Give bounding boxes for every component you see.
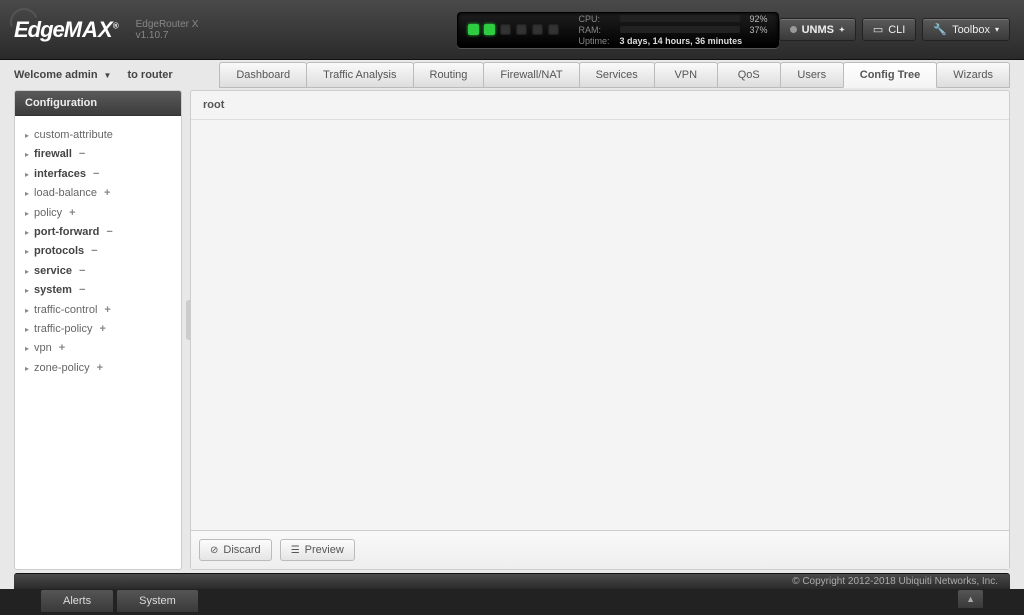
tree-item-interfaces[interactable]: ▸interfaces− [21, 165, 175, 184]
status-dot-icon [790, 26, 797, 33]
alerts-tab[interactable]: Alerts [40, 589, 114, 612]
triangle-icon: ▸ [25, 324, 29, 335]
app-header: EdgeMAX® EdgeRouter X v1.10.7 CPU: 92% R… [0, 0, 1024, 60]
led-port-3 [500, 24, 511, 35]
bottom-dock: Alerts System ▲ [0, 589, 1024, 615]
tree-item-load-balance[interactable]: ▸load-balance+ [21, 184, 175, 203]
unms-button[interactable]: UNMS✦ [779, 18, 856, 41]
tree-item-zone-policy[interactable]: ▸zone-policy+ [21, 359, 175, 378]
tree-item-vpn[interactable]: ▸vpn+ [21, 339, 175, 358]
led-port-1 [468, 24, 479, 35]
triangle-icon: ▸ [25, 305, 29, 316]
triangle-icon: ▸ [25, 208, 29, 219]
ram-label: RAM: [579, 25, 610, 35]
breadcrumb: root [191, 91, 1009, 120]
triangle-icon: ▸ [25, 130, 29, 141]
triangle-icon: ▸ [25, 363, 29, 374]
sidebar-title: Configuration [15, 91, 181, 116]
led-port-6 [548, 24, 559, 35]
led-port-5 [532, 24, 543, 35]
tree-item-firewall[interactable]: ▸firewall− [21, 145, 175, 164]
tab-traffic-analysis[interactable]: Traffic Analysis [306, 62, 413, 88]
led-port-2 [484, 24, 495, 35]
tab-dashboard[interactable]: Dashboard [219, 62, 307, 88]
tab-firewall-nat[interactable]: Firewall/NAT [483, 62, 579, 88]
chevron-down-icon: ▼ [104, 71, 112, 80]
ram-value: 37% [750, 25, 768, 35]
tab-services[interactable]: Services [579, 62, 655, 88]
copyright-text: © Copyright 2012-2018 Ubiquiti Networks,… [14, 573, 1010, 589]
cli-button[interactable]: ▭CLI [862, 18, 917, 41]
tree-item-traffic-control[interactable]: ▸traffic-control+ [21, 301, 175, 320]
chevron-down-icon: ▾ [995, 25, 999, 34]
ram-bar [620, 26, 740, 33]
triangle-icon: ▸ [25, 169, 29, 180]
tab-config-tree[interactable]: Config Tree [843, 62, 938, 88]
device-subtitle: EdgeRouter X v1.10.7 [136, 19, 227, 41]
tree-item-system[interactable]: ▸system− [21, 281, 175, 300]
tab-wizards[interactable]: Wizards [936, 62, 1010, 88]
terminal-icon: ▭ [873, 23, 883, 36]
sub-header: Welcome admin ▼ to router DashboardTraff… [0, 60, 1024, 90]
triangle-icon: ▸ [25, 188, 29, 199]
document-icon: ☰ [291, 545, 300, 556]
cancel-icon: ⊘ [210, 545, 218, 556]
uptime-value: 3 days, 14 hours, 36 minutes [620, 36, 768, 46]
port-leds [468, 24, 559, 35]
tab-users[interactable]: Users [780, 62, 844, 88]
tab-routing[interactable]: Routing [413, 62, 485, 88]
status-panel: CPU: 92% RAM: 37% Uptime: 3 days, 14 hou… [457, 12, 779, 48]
welcome-menu[interactable]: Welcome admin ▼ to router [14, 69, 173, 81]
main-nav-tabs: DashboardTraffic AnalysisRoutingFirewall… [219, 62, 1010, 88]
expand-dock-button[interactable]: ▲ [957, 589, 984, 609]
triangle-icon: ▸ [25, 227, 29, 238]
toolbox-button[interactable]: 🔧Toolbox▾ [922, 18, 1010, 41]
system-tab[interactable]: System [116, 589, 199, 612]
cpu-label: CPU: [579, 14, 610, 24]
config-tree: ▸custom-attribute▸firewall−▸interfaces−▸… [15, 116, 181, 388]
preview-button[interactable]: ☰Preview [280, 539, 355, 561]
triangle-icon: ▸ [25, 149, 29, 160]
discard-button[interactable]: ⊘Discard [199, 539, 272, 561]
tree-item-port-forward[interactable]: ▸port-forward− [21, 223, 175, 242]
tree-item-protocols[interactable]: ▸protocols− [21, 242, 175, 261]
led-port-4 [516, 24, 527, 35]
tree-item-policy[interactable]: ▸policy+ [21, 204, 175, 223]
config-sidebar: Configuration ▸custom-attribute▸firewall… [14, 90, 182, 570]
tab-vpn[interactable]: VPN [654, 62, 718, 88]
content-body [191, 120, 1009, 530]
system-stats: CPU: 92% RAM: 37% Uptime: 3 days, 14 hou… [579, 14, 768, 46]
wrench-icon: 🔧 [933, 23, 947, 36]
tree-item-custom-attribute[interactable]: ▸custom-attribute [21, 126, 175, 145]
tab-qos[interactable]: QoS [717, 62, 781, 88]
cpu-value: 92% [750, 14, 768, 24]
main-area: Configuration ▸custom-attribute▸firewall… [0, 90, 1024, 570]
cpu-bar [620, 15, 740, 22]
content-panel: root ⊘Discard ☰Preview [190, 90, 1010, 570]
header-actions: UNMS✦ ▭CLI 🔧Toolbox▾ [779, 18, 1010, 41]
tree-item-service[interactable]: ▸service− [21, 262, 175, 281]
content-footer: ⊘Discard ☰Preview [191, 530, 1009, 569]
tree-item-traffic-policy[interactable]: ▸traffic-policy+ [21, 320, 175, 339]
triangle-icon: ▸ [25, 246, 29, 257]
triangle-icon: ▸ [25, 285, 29, 296]
uptime-label: Uptime: [579, 36, 610, 46]
triangle-icon: ▸ [25, 343, 29, 354]
triangle-icon: ▸ [25, 266, 29, 277]
